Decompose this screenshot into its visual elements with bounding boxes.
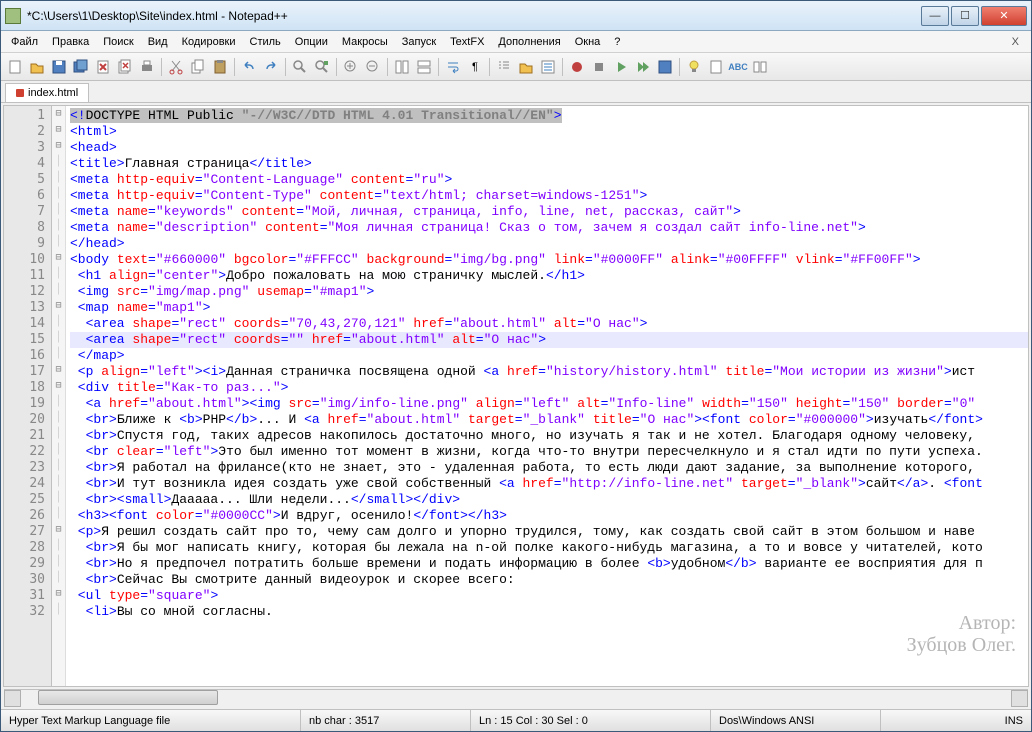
zoom-in-icon[interactable] (341, 57, 361, 77)
play-icon[interactable] (611, 57, 631, 77)
status-mode: INS (881, 710, 1031, 731)
play-multi-icon[interactable] (633, 57, 653, 77)
menu-edit[interactable]: Правка (46, 34, 95, 50)
scroll-right-icon[interactable] (1011, 690, 1028, 707)
horizontal-scrollbar[interactable] (4, 689, 1028, 706)
titlebar[interactable]: *C:\Users\1\Desktop\Site\index.html - No… (1, 1, 1031, 31)
save-macro-icon[interactable] (655, 57, 675, 77)
unsaved-icon (16, 89, 24, 97)
close-file-icon[interactable] (93, 57, 113, 77)
menu-close-x[interactable]: X (1004, 36, 1027, 48)
menu-encoding[interactable]: Кодировки (176, 34, 242, 50)
clipboard-icon[interactable] (706, 57, 726, 77)
menu-textfx[interactable]: TextFX (444, 34, 490, 50)
func-list-icon[interactable] (538, 57, 558, 77)
open-file-icon[interactable] (27, 57, 47, 77)
menu-file[interactable]: Файл (5, 34, 44, 50)
app-icon (5, 8, 21, 24)
undo-icon[interactable] (239, 57, 259, 77)
new-file-icon[interactable] (5, 57, 25, 77)
menu-windows[interactable]: Окна (569, 34, 607, 50)
paste-icon[interactable] (210, 57, 230, 77)
menubar: Файл Правка Поиск Вид Кодировки Стиль Оп… (1, 31, 1031, 53)
close-all-icon[interactable] (115, 57, 135, 77)
tab-index-html[interactable]: index.html (5, 83, 89, 102)
save-all-icon[interactable] (71, 57, 91, 77)
menu-run[interactable]: Запуск (396, 34, 442, 50)
copy-icon[interactable] (188, 57, 208, 77)
zoom-out-icon[interactable] (363, 57, 383, 77)
maximize-button[interactable]: ☐ (951, 6, 979, 26)
menu-search[interactable]: Поиск (97, 34, 139, 50)
stop-icon[interactable] (589, 57, 609, 77)
menu-options[interactable]: Опции (289, 34, 334, 50)
print-icon[interactable] (137, 57, 157, 77)
status-filetype: Hyper Text Markup Language file (1, 710, 301, 731)
wrap-icon[interactable] (443, 57, 463, 77)
status-encoding: Dos\Windows ANSI (711, 710, 881, 731)
minimize-button[interactable]: — (921, 6, 949, 26)
menu-view[interactable]: Вид (142, 34, 174, 50)
redo-icon[interactable] (261, 57, 281, 77)
close-button[interactable]: ✕ (981, 6, 1027, 26)
editor[interactable]: 1234567891011121314151617181920212223242… (3, 105, 1029, 687)
statusbar: Hyper Text Markup Language file nb char … (1, 709, 1031, 731)
find-icon[interactable] (290, 57, 310, 77)
sync-h-icon[interactable] (414, 57, 434, 77)
fold-gutter[interactable]: ⊟⊟⊟││││││⊟││⊟│││⊟⊟││││││││⊟│││⊟│ (52, 106, 66, 686)
window-title: *C:\Users\1\Desktop\Site\index.html - No… (27, 9, 921, 23)
tab-strip: index.html (1, 81, 1031, 103)
code-area[interactable]: <!DOCTYPE HTML Public "-//W3C//DTD HTML … (66, 106, 1028, 686)
scroll-left-icon[interactable] (4, 690, 21, 707)
menu-plugins[interactable]: Дополнения (492, 34, 566, 50)
toolbar: ¶ ABC (1, 53, 1031, 81)
sync-v-icon[interactable] (392, 57, 412, 77)
light-icon[interactable] (684, 57, 704, 77)
folder-icon[interactable] (516, 57, 536, 77)
spell-icon[interactable]: ABC (728, 57, 748, 77)
app-window: *C:\Users\1\Desktop\Site\index.html - No… (0, 0, 1032, 732)
compare-icon[interactable] (750, 57, 770, 77)
replace-icon[interactable] (312, 57, 332, 77)
scroll-thumb[interactable] (38, 690, 218, 705)
status-chars: nb char : 3517 (301, 710, 471, 731)
tab-label: index.html (28, 87, 78, 99)
save-icon[interactable] (49, 57, 69, 77)
menu-style[interactable]: Стиль (244, 34, 287, 50)
indent-guide-icon[interactable] (494, 57, 514, 77)
status-position: Ln : 15 Col : 30 Sel : 0 (471, 710, 711, 731)
invisible-icon[interactable]: ¶ (465, 57, 485, 77)
menu-macros[interactable]: Макросы (336, 34, 394, 50)
cut-icon[interactable] (166, 57, 186, 77)
record-icon[interactable] (567, 57, 587, 77)
line-number-gutter[interactable]: 1234567891011121314151617181920212223242… (4, 106, 52, 686)
menu-help[interactable]: ? (608, 34, 626, 50)
